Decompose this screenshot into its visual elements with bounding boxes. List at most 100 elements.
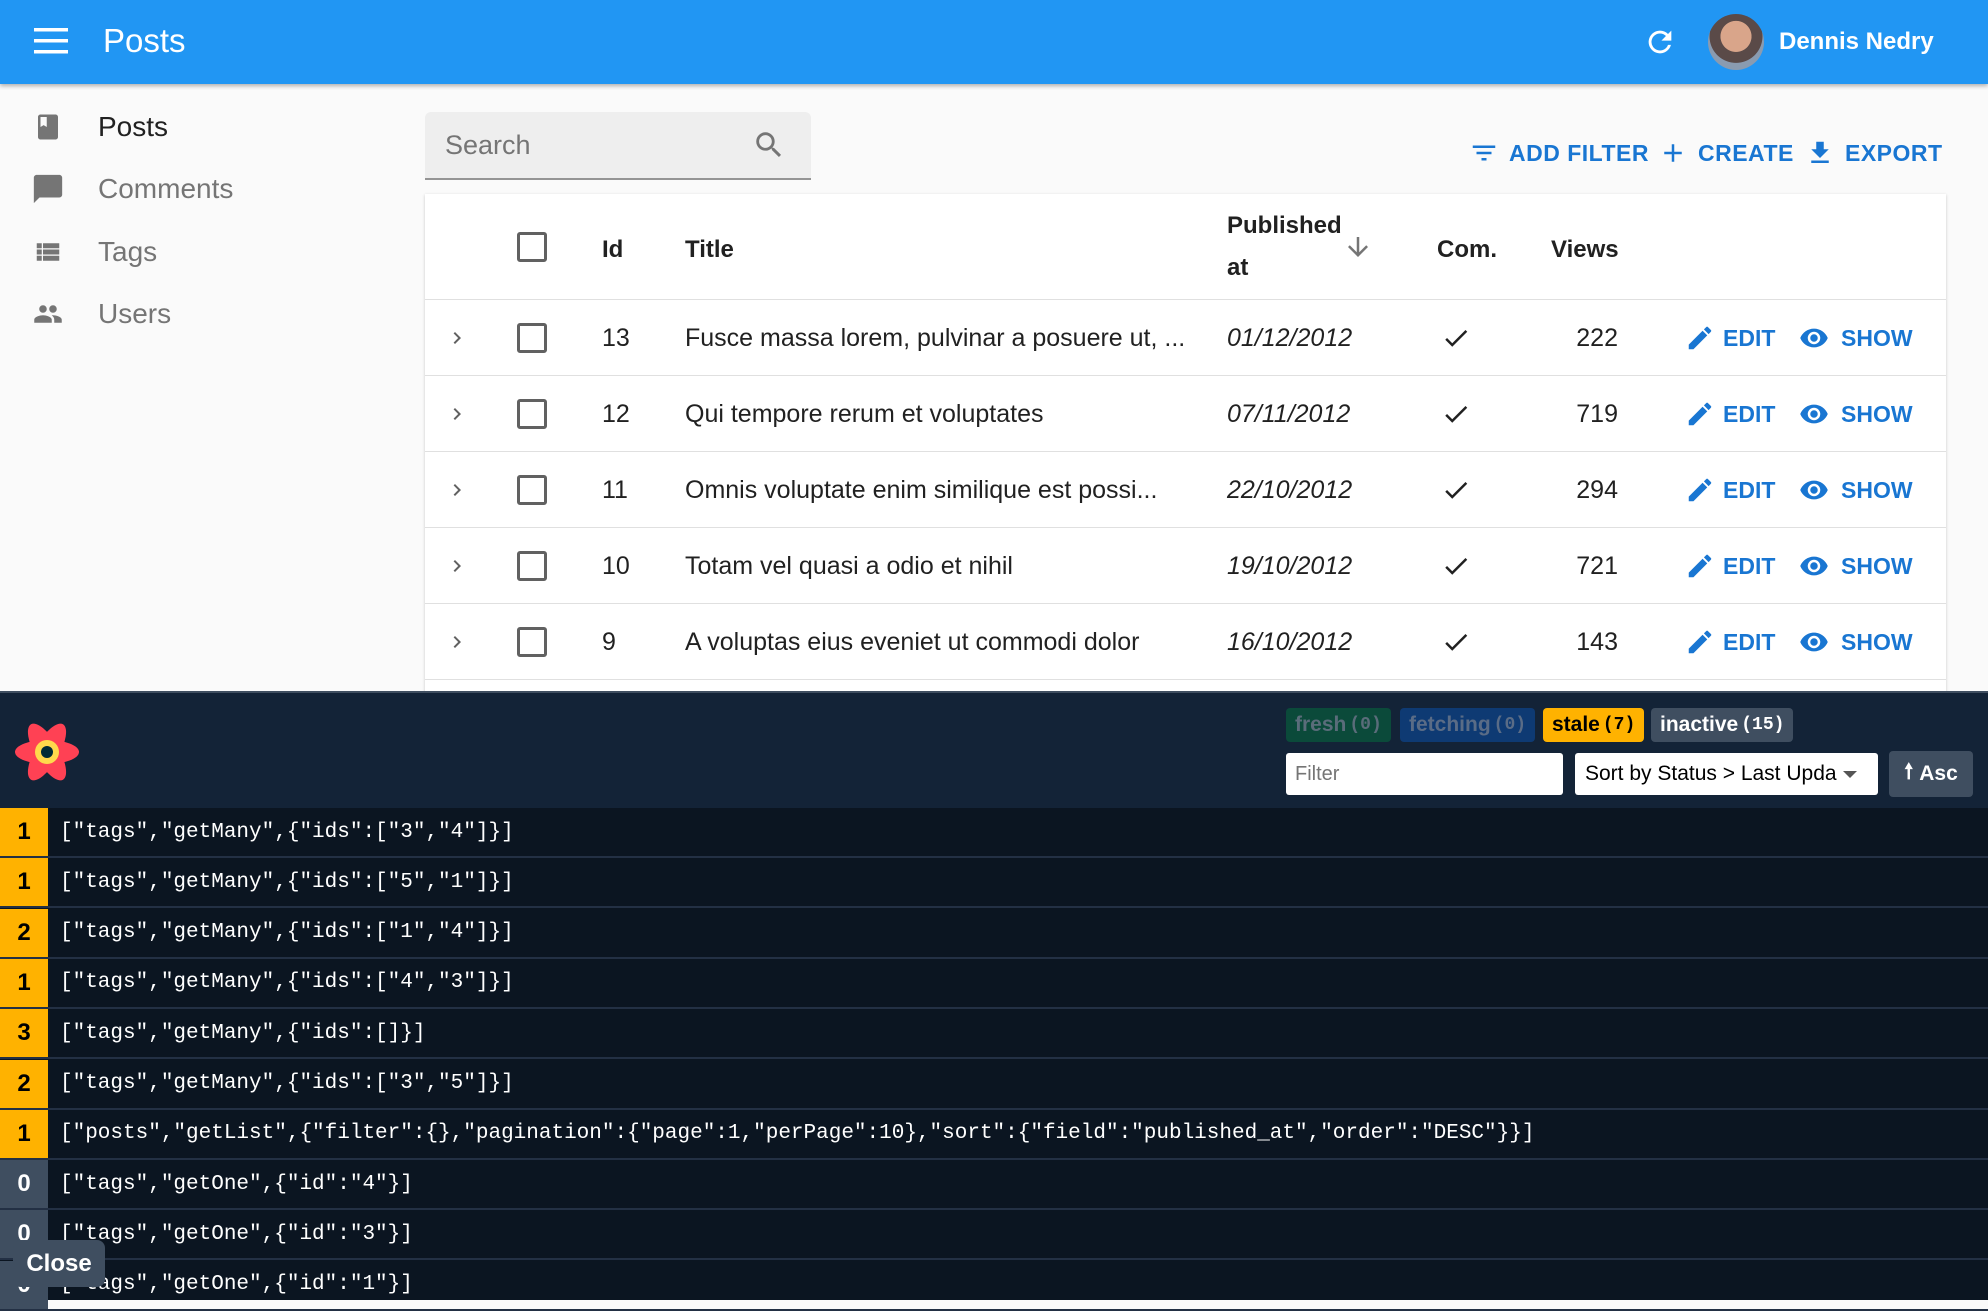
expand-chevron-icon[interactable] — [445, 300, 469, 376]
edit-label: EDIT — [1723, 552, 1776, 579]
sort-direction-button[interactable]: 🠕 Asc — [1889, 751, 1973, 797]
add-filter-button[interactable]: ADD FILTER — [1469, 135, 1649, 171]
badge-stale: stale (7) — [1543, 708, 1645, 742]
query-key: ["tags","getOne",{"id":"1"}] — [60, 1273, 413, 1297]
query-key: ["tags","getMany",{"ids":["3","5"]}] — [60, 1072, 514, 1095]
download-icon — [1811, 141, 1829, 163]
row-checkbox[interactable] — [517, 604, 547, 680]
sidebar-item-tags[interactable]: Tags — [0, 224, 157, 280]
query-filter-input[interactable] — [1286, 753, 1563, 795]
query-row[interactable]: 0 ["tags","getOne",{"id":"3"}] — [0, 1210, 1988, 1261]
query-observer-count: 1 — [0, 858, 48, 907]
check-icon — [1441, 452, 1471, 528]
expand-chevron-icon[interactable] — [445, 452, 469, 528]
query-key: ["tags","getMany",{"ids":[]}] — [60, 1021, 426, 1045]
select-all-checkbox[interactable] — [517, 232, 547, 262]
cell-id: 9 — [602, 627, 616, 656]
query-row[interactable]: 0["tags","getOne",{"id":"1"}] — [0, 1260, 1988, 1311]
query-observer-count: 2 — [0, 1059, 48, 1108]
show-button[interactable]: SHOW — [1797, 604, 1913, 680]
sidebar-item-label: Comments — [98, 173, 234, 204]
book-icon — [28, 110, 68, 144]
list-icon — [28, 237, 68, 267]
search-input[interactable] — [445, 130, 745, 161]
edit-button[interactable]: EDIT — [1685, 300, 1775, 376]
avatar[interactable] — [1708, 14, 1764, 70]
table-row[interactable]: 12 Qui tempore rerum et voluptates 07/11… — [425, 375, 1946, 451]
search-field[interactable] — [425, 112, 811, 180]
create-button[interactable]: CREATE — [1658, 135, 1794, 171]
column-header-com[interactable]: Com. — [1437, 236, 1497, 264]
expand-chevron-icon[interactable] — [445, 528, 469, 604]
query-row[interactable]: 2 ["tags","getMany",{"ids":["1","4"]}] — [0, 908, 1988, 959]
table-row[interactable]: 10 Totam vel quasi a odio et nihil 19/10… — [425, 527, 1946, 603]
arrow-up-icon: 🠕 — [1904, 759, 1914, 783]
sort-select[interactable]: Sort by Status > Last Upda — [1575, 753, 1878, 795]
sidebar-item-posts[interactable]: Posts — [0, 99, 168, 155]
menu-icon[interactable] — [34, 28, 68, 54]
row-checkbox[interactable] — [517, 452, 547, 528]
show-button[interactable]: SHOW — [1797, 376, 1913, 452]
expand-chevron-icon[interactable] — [445, 604, 469, 680]
table-row[interactable]: 11 Omnis voluptate enim similique est po… — [425, 451, 1946, 527]
badge-inactive: inactive (15) — [1651, 708, 1794, 742]
refresh-icon[interactable] — [1643, 25, 1677, 59]
table-row[interactable]: 9 A voluptas eius eveniet ut commodi dol… — [425, 603, 1946, 679]
row-checkbox[interactable] — [517, 528, 547, 604]
column-header-published[interactable]: Published — [1227, 212, 1342, 240]
app-bar: Posts Dennis Nedry — [0, 0, 1988, 84]
badge-count: (7) — [1602, 715, 1636, 735]
cell-title: Totam vel quasi a odio et nihil — [685, 551, 1013, 580]
query-row[interactable]: 1 ["tags","getMany",{"ids":["5","1"]}] — [0, 858, 1988, 909]
react-query-logo — [15, 723, 79, 781]
query-row[interactable]: 1 ["posts","getList",{"filter":{},"pagina… — [0, 1109, 1988, 1160]
query-key: ["tags","getMany",{"ids":["4","3"]}] — [60, 971, 514, 995]
query-row[interactable]: 2 ["tags","getMany",{"ids":["3","5"]}] — [0, 1059, 1988, 1110]
edit-button[interactable]: EDIT — [1685, 528, 1775, 604]
dropdown-arrow-icon — [1842, 770, 1857, 778]
badge-label: fetching — [1409, 713, 1491, 736]
sidebar-item-label: Posts — [98, 111, 169, 142]
sidebar-item-users[interactable]: Users — [0, 286, 171, 342]
show-button[interactable]: SHOW — [1797, 528, 1913, 604]
show-label: SHOW — [1841, 324, 1913, 351]
show-label: SHOW — [1841, 552, 1913, 579]
cell-views: 719 — [1576, 399, 1618, 428]
devtools-header: fresh (0) fetching (0) stale (7) inactive (1… — [0, 691, 1988, 808]
query-row[interactable]: 3 ["tags","getMany",{"ids":[]}] — [0, 1009, 1988, 1060]
cell-published: 19/10/2012 — [1227, 551, 1353, 580]
column-header-title[interactable]: Title — [685, 236, 734, 264]
edit-button[interactable]: EDIT — [1685, 604, 1775, 680]
check-icon — [1441, 376, 1471, 452]
cell-title: Omnis voluptate enim similique est possi… — [685, 475, 1158, 504]
row-checkbox[interactable] — [517, 300, 547, 376]
show-button[interactable]: SHOW — [1797, 300, 1913, 376]
edit-button[interactable]: EDIT — [1685, 376, 1775, 452]
sidebar-item-label: Users — [98, 298, 172, 329]
query-devtools-panel: fresh (0) fetching (0) stale (7) inactive (1… — [0, 691, 1988, 1311]
cell-id: 10 — [602, 551, 630, 580]
sidebar-item-label: Tags — [98, 236, 158, 267]
user-name[interactable]: Dennis Nedry — [1779, 28, 1934, 56]
sidebar-item-comments[interactable]: Comments — [0, 161, 233, 217]
row-checkbox[interactable] — [517, 376, 547, 452]
query-row[interactable]: 1 ["tags","getMany",{"ids":["4","3"]}] — [0, 958, 1988, 1009]
edit-button[interactable]: EDIT — [1685, 452, 1775, 528]
cell-published: 16/10/2012 — [1227, 627, 1353, 656]
cell-views: 721 — [1576, 551, 1618, 580]
export-button[interactable]: EXPORT — [1805, 135, 1943, 171]
query-row[interactable]: 0 ["tags","getOne",{"id":"4"}] — [0, 1160, 1988, 1211]
query-row[interactable]: 1 ["tags","getMany",{"ids":["3","4"]}] — [0, 808, 1988, 858]
column-header-views[interactable]: Views — [1551, 236, 1619, 264]
pencil-icon — [1688, 402, 1712, 426]
badge-label: inactive — [1660, 713, 1739, 736]
search-icon — [756, 132, 782, 158]
column-header-published-line2[interactable]: at — [1227, 254, 1248, 282]
show-button[interactable]: SHOW — [1797, 452, 1913, 528]
sort-arrow-down-icon[interactable] — [1343, 232, 1373, 262]
column-header-id[interactable]: Id — [602, 236, 623, 264]
expand-chevron-icon[interactable] — [445, 376, 469, 452]
close-devtools-button[interactable]: Close — [13, 1240, 105, 1287]
edit-label: EDIT — [1723, 324, 1776, 351]
table-row[interactable]: 13 Fusce massa lorem, pulvinar a posuere… — [425, 299, 1946, 375]
